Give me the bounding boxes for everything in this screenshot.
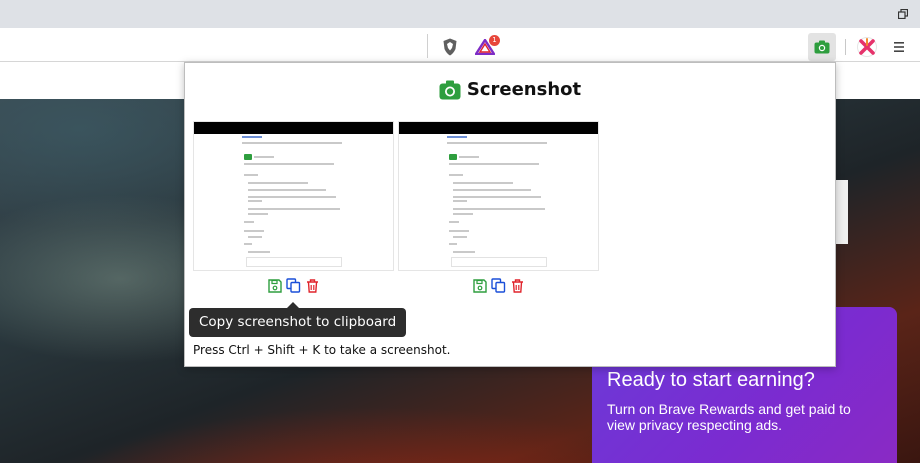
tab-strip	[0, 0, 920, 28]
screenshot-thumbnail[interactable]	[193, 121, 394, 271]
screenshot-thumbnail[interactable]	[398, 121, 599, 271]
clock-fragment	[836, 180, 848, 244]
thumbnail-actions	[472, 278, 525, 293]
notification-badge: 1	[489, 35, 500, 46]
brave-shields-icon[interactable]	[441, 38, 459, 56]
save-icon[interactable]	[472, 278, 487, 293]
screenshot-extension-button[interactable]	[808, 33, 836, 61]
browser-toolbar	[0, 28, 920, 62]
save-icon[interactable]	[267, 278, 282, 293]
rewards-title: Ready to start earning?	[607, 369, 815, 391]
copy-icon[interactable]	[491, 278, 506, 293]
copy-tooltip: Copy screenshot to clipboard	[189, 308, 407, 337]
screenshot-popup: Screenshot Copy screenshot to clipboard …	[184, 62, 836, 367]
address-bar[interactable]	[0, 34, 428, 58]
brave-rewards-icon[interactable]: 1	[475, 35, 500, 55]
popup-header: Screenshot	[185, 79, 835, 100]
shortcut-hint: Press Ctrl + Shift + K to take a screens…	[193, 343, 451, 357]
menu-icon[interactable]	[892, 40, 906, 54]
toolbar-separator	[845, 39, 846, 55]
delete-icon[interactable]	[305, 278, 320, 293]
popup-title: Screenshot	[466, 79, 582, 100]
delete-icon[interactable]	[510, 278, 525, 293]
camera-icon	[439, 80, 461, 99]
camera-icon	[814, 40, 830, 54]
profile-avatar[interactable]	[857, 37, 877, 57]
rewards-description: Turn on Brave Rewards and get paid to vi…	[607, 401, 851, 433]
copy-icon[interactable]	[286, 278, 301, 293]
restore-window-icon[interactable]	[898, 9, 908, 19]
thumbnail-actions	[267, 278, 320, 293]
